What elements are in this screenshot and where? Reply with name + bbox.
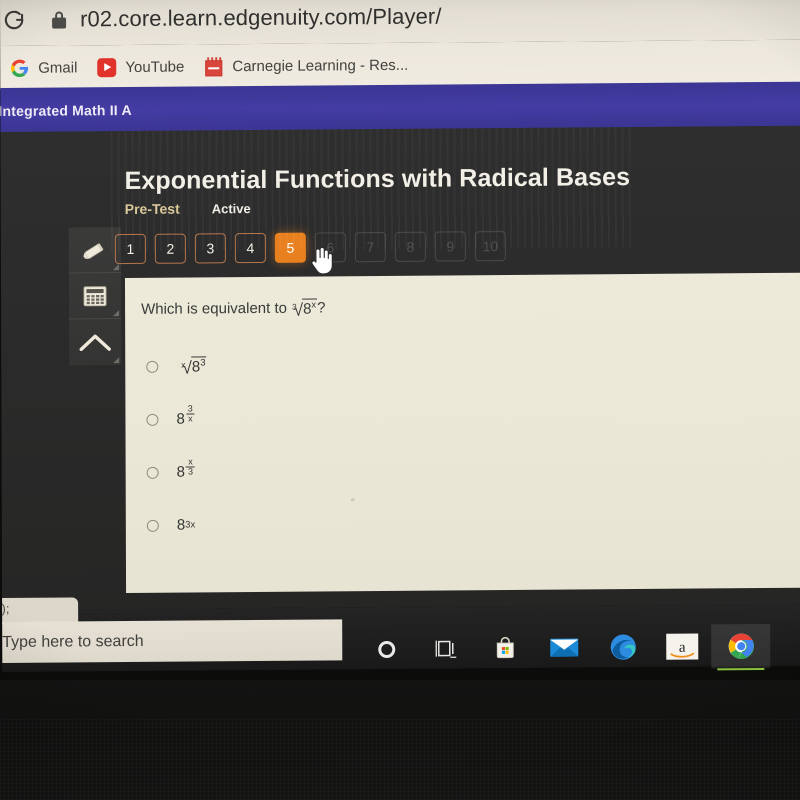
scroll-up-tool[interactable] (69, 319, 121, 365)
radical-sign-icon: √ (182, 358, 192, 378)
bookmark-gmail[interactable]: Gmail (0, 51, 87, 84)
pencil-icon (82, 242, 104, 259)
radicand: 8x (302, 298, 318, 318)
radicand-exponent: x (311, 299, 317, 311)
url-text[interactable]: r02.core.learn.edgenuity.com/Player/ (80, 4, 442, 33)
up-arrow-icon (79, 334, 111, 352)
radio-button-b[interactable] (146, 413, 159, 426)
resize-corner-icon (113, 357, 120, 364)
radicand-exponent: 3 (200, 357, 206, 369)
svg-text:a: a (678, 640, 685, 656)
question-nav-button-4[interactable]: 4 (234, 232, 266, 264)
answer-option-d-math: 8 3x (176, 516, 195, 534)
power-base: 8 (176, 463, 186, 481)
radicand-base: 8 (191, 358, 201, 376)
taskbar-icons: a (357, 623, 771, 671)
bookmark-label: YouTube (125, 58, 185, 76)
radical-sign-icon: √ (293, 300, 304, 320)
question-nav-button-3[interactable]: 3 (194, 233, 226, 264)
microsoft-store-icon (496, 636, 514, 659)
code-fragment-text: D); (0, 600, 10, 617)
calculator-icon (83, 285, 107, 306)
power-base: 8 (176, 516, 186, 534)
answer-option-b[interactable]: 8 3 x (141, 390, 541, 446)
question-prompt-text: Which is equivalent to (141, 299, 288, 319)
status-badge: Active (211, 201, 251, 217)
question-prompt-radical: 3 √ 8x (287, 298, 318, 320)
lesson-subheader: Pre-Test Active (125, 200, 251, 217)
exponent-fraction: x 3 (185, 456, 196, 477)
bookmark-carnegie-learning[interactable]: Carnegie Learning - Res... (194, 49, 418, 83)
bookmark-youtube[interactable]: YouTube (87, 50, 194, 83)
taskbar-item-microsoft-edge[interactable] (593, 625, 652, 669)
youtube-icon (97, 57, 117, 77)
dust-speck (350, 498, 355, 502)
question-nav-button-5[interactable]: 5 (274, 232, 306, 263)
search-input-placeholder[interactable]: Type here to search (2, 632, 143, 651)
question-nav-button-8[interactable]: 8 (394, 231, 426, 262)
carnegie-learning-icon (204, 56, 223, 76)
background-window-fragment: D); (0, 597, 79, 625)
google-icon (10, 58, 29, 77)
answer-option-c-math: 8 x 3 (176, 456, 196, 482)
fraction-denominator: 3 (185, 466, 196, 477)
answer-option-d[interactable]: 8 3x (142, 496, 542, 552)
lock-icon[interactable] (52, 11, 67, 29)
chrome-icon (728, 633, 754, 660)
resize-corner-icon (112, 264, 119, 271)
bookmark-label: Carnegie Learning - Res... (232, 56, 409, 75)
exponent-fraction: 3 x (186, 403, 195, 424)
taskbar-item-google-chrome[interactable] (711, 623, 771, 669)
question-nav-button-2[interactable]: 2 (154, 233, 186, 264)
answer-option-a-math: x √ 83 (176, 356, 207, 378)
cortana-circle-icon (378, 640, 396, 658)
fraction-numerator: x (188, 456, 193, 467)
answer-options: x √ 83 8 3 x 8 x 3 8 3x (141, 337, 542, 552)
question-prompt-suffix: ? (317, 299, 326, 317)
edge-icon (610, 634, 636, 660)
power-base: 8 (176, 410, 185, 428)
question-card: Which is equivalent to 3 √ 8x ? x √ 83 8… (124, 272, 800, 594)
question-nav-button-1[interactable]: 1 (114, 233, 146, 265)
task-view-icon (435, 640, 456, 658)
question-nav: 1 2 3 4 5 6 7 8 9 10 (114, 231, 506, 265)
radio-button-a[interactable] (146, 360, 159, 373)
taskbar-item-mail[interactable] (534, 625, 593, 669)
taskbar-search-box[interactable]: Type here to search (0, 619, 343, 664)
taskbar-item-microsoft-store[interactable] (475, 626, 534, 670)
pencil-tool[interactable] (68, 227, 121, 274)
photographed-screen-container: r02.core.learn.edgenuity.com/Player/ Gma… (0, 0, 800, 800)
course-title: Integrated Math II A (0, 101, 132, 120)
laptop-screen: r02.core.learn.edgenuity.com/Player/ Gma… (0, 0, 800, 700)
bookmark-label: Gmail (38, 58, 78, 77)
question-prompt: Which is equivalent to 3 √ 8x ? (141, 298, 326, 320)
radio-button-d[interactable] (146, 519, 159, 532)
taskbar-item-cortana[interactable] (357, 627, 416, 671)
answer-option-a[interactable]: x √ 83 (141, 337, 541, 393)
taskbar-item-task-view[interactable] (416, 626, 475, 670)
question-nav-button-7[interactable]: 7 (354, 231, 386, 263)
question-nav-button-10[interactable]: 10 (474, 231, 506, 262)
radio-button-c[interactable] (146, 466, 159, 479)
reload-icon[interactable] (2, 8, 26, 32)
resize-corner-icon (113, 310, 120, 317)
page-title: Exponential Functions with Radical Bases (124, 163, 631, 196)
mail-icon (549, 638, 578, 657)
taskbar-item-amazon[interactable]: a (652, 624, 711, 668)
answer-option-b-math: 8 3 x (176, 403, 195, 429)
question-nav-button-9[interactable]: 9 (434, 231, 466, 262)
tool-rail (68, 227, 122, 366)
question-nav-button-6[interactable]: 6 (314, 232, 346, 263)
amazon-icon: a (665, 633, 698, 660)
desk-surface (0, 680, 800, 800)
browser-address-bar: r02.core.learn.edgenuity.com/Player/ (0, 0, 800, 47)
assignment-phase-label: Pre-Test (124, 200, 180, 218)
fraction-denominator: x (186, 413, 195, 424)
activity-page: Exponential Functions with Radical Bases… (0, 125, 800, 611)
calculator-tool[interactable] (68, 273, 122, 320)
answer-option-c[interactable]: 8 x 3 (142, 443, 542, 499)
fraction-numerator: 3 (187, 403, 193, 414)
